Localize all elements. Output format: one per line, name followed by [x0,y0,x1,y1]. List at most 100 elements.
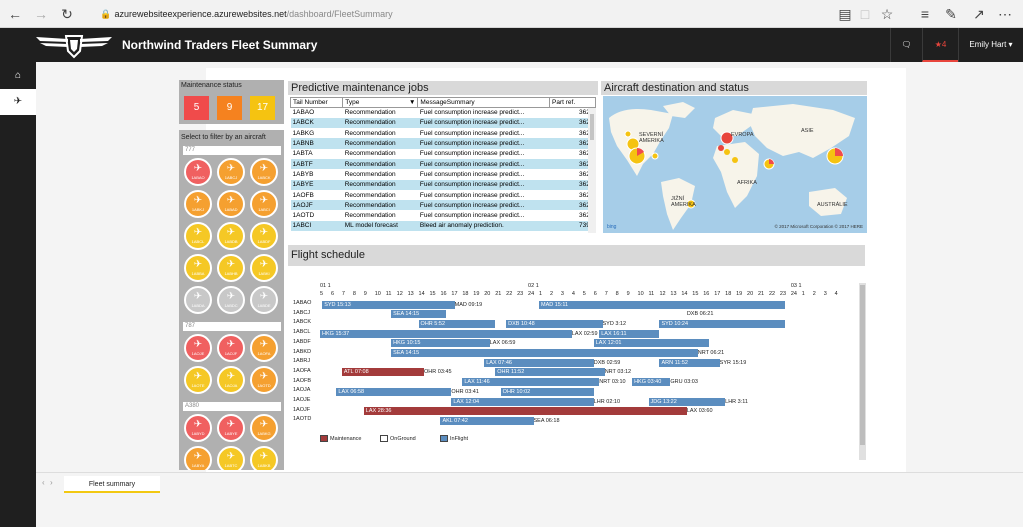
forward-icon[interactable]: → [32,5,50,23]
flight-bar[interactable]: SYD 15:13 [322,300,455,309]
jobs-table-row[interactable]: 1ABKG Recommendation Fuel consumption incr… [291,128,596,138]
flight-bar[interactable]: AKL 07:42 [440,416,534,425]
ground-segment[interactable]: MAD 09:19 [455,301,539,309]
more-icon[interactable]: ⋯ [996,5,1014,23]
ground-segment[interactable]: DXB 06:21 [687,310,786,318]
aircraft-filter-button[interactable]: ✈ 1ABCJ [217,158,245,186]
ground-segment[interactable]: LAX 06:59 [490,339,594,347]
aircraft-filter-button[interactable]: ✈ 1ABDA [184,286,212,314]
pen-icon[interactable]: ✎ [942,5,960,23]
maintenance-count-critical[interactable]: 5 [184,96,209,120]
jobs-table-row[interactable]: 1ABNB Recommendation Fuel consumption incr… [290,138,596,149]
flight-bar[interactable]: HKG 10:15 [391,339,490,348]
reading-view-icon[interactable]: ▤ [836,5,854,23]
flight-bar[interactable]: LAX 12:01 [593,339,709,348]
aircraft-filter-button[interactable]: ✈ 1ABYD [184,414,212,442]
aircraft-filter-button[interactable]: ✈ 1ABBA [184,254,212,282]
aircraft-filter-button[interactable]: ✈ 1ABDC [217,286,245,314]
chat-button[interactable]: 🗨 [890,28,922,62]
tab-next-icon[interactable]: › [50,478,53,487]
home-nav-button[interactable]: ⌂ [0,63,36,89]
jobs-table-row[interactable]: 1ABYB Recommendation Fuel consumption incr… [291,169,596,179]
flight-bar[interactable]: LAX 06:58 [336,387,452,396]
alerts-button[interactable]: ★4 [922,28,958,62]
ground-segment[interactable]: LAX 03:60 [687,407,736,415]
flight-bar[interactable]: HKG 15:37 [320,329,572,338]
schedule-scrollbar-thumb[interactable] [860,285,865,445]
tab-prev-icon[interactable]: ‹ [42,478,45,487]
aircraft-filter-button[interactable]: ✈ 1ABHB [217,254,245,282]
aircraft-filter-button[interactable]: ✈ 1ABYA [184,446,212,470]
jobs-table-row[interactable]: 1ABCI ML model forecast Bleed air anomaly … [290,220,596,232]
user-menu[interactable]: Emily Hart ▾ [958,28,1023,62]
jobs-table-row[interactable]: 1ABYE Recommendation Fuel consumption incr… [290,179,596,190]
tab-fleet-summary[interactable]: Fleet summary [64,476,160,493]
flight-bar[interactable]: SEA 14:15 [391,310,446,319]
aircraft-filter-button[interactable]: ✈ 1AOTE [184,366,212,394]
flight-bar[interactable]: OHR 11:52 [495,368,605,377]
flight-bar[interactable]: SEA 14:15 [391,349,698,357]
ground-segment[interactable]: NRT 06:21 [698,349,786,357]
flight-bar[interactable]: HKG 03:40 [632,378,671,387]
flight-bar[interactable]: ARN 11:52 [659,358,720,367]
flight-bar[interactable]: OHR 5:52 [418,319,496,328]
aircraft-filter-button[interactable]: ✈ 1ABCK [250,158,278,186]
ground-segment[interactable]: DXB 02:59 [594,359,660,367]
schedule-scrollbar[interactable] [859,283,866,460]
aircraft-filter-button[interactable]: ✈ 1ABYE [217,414,245,442]
address-bar[interactable]: 🔒 azurewebsiteexperience.azurewebsites.n… [100,4,820,24]
ground-segment[interactable]: OHR 03:45 [424,368,495,376]
ground-segment[interactable]: GRU 03:03 [670,378,714,386]
ground-segment[interactable]: LHR 02:10 [594,398,649,406]
aircraft-filter-button[interactable]: ✈ 1ABAO [184,158,212,186]
flight-bar[interactable]: OHR 10:02 [500,387,594,396]
aircraft-map[interactable]: SEVERNÍ AMERIKA EVROPA ASIE AFRIKA JIŽNÍ… [603,96,867,233]
ground-segment[interactable]: OHR 03:41 [451,388,500,396]
jobs-scrollbar[interactable] [588,108,596,233]
aircraft-filter-button[interactable]: ✈ 1ABTC [217,446,245,470]
aircraft-filter-button[interactable]: ✈ 1ABDB [217,222,245,250]
fleet-nav-button[interactable]: ✈ [0,89,36,115]
ground-segment[interactable]: SEA 06:18 [534,417,605,425]
share-icon[interactable]: ↗ [970,5,988,23]
aircraft-filter-button[interactable]: ✈ 1ABCL [184,222,212,250]
book-icon[interactable]: □ [856,5,874,23]
aircraft-filter-button[interactable]: ✈ 1ABDF [250,222,278,250]
aircraft-filter-button[interactable]: ✈ 1ABKG [250,414,278,442]
maintenance-count-warning[interactable]: 9 [217,96,242,120]
aircraft-filter-button[interactable]: ✈ 1ABKJ [184,190,212,218]
aircraft-filter-button[interactable]: ✈ 1ABAD [217,190,245,218]
maintenance-bar[interactable]: LAX 28:36 [363,407,687,416]
aircraft-filter-button[interactable]: ✈ 1ABKI [250,254,278,282]
column-header-tail[interactable]: Tail Number [289,97,344,108]
column-header-type[interactable]: Type ▼ [342,97,419,108]
jobs-table-row[interactable]: 1ABCK Recommendation Fuel consumption incr… [290,117,596,129]
ground-segment[interactable]: NRT 03:12 [605,368,671,376]
flight-bar[interactable]: LAX 16:11 [599,329,660,338]
flight-bar[interactable]: MAD 15:11 [539,300,786,309]
ground-segment[interactable]: SYD 3:12 [603,320,660,328]
aircraft-filter-button[interactable]: ✈ 1ABKB [250,446,278,470]
aircraft-filter-button[interactable]: ✈ 1AOJE [184,334,212,362]
hub-icon[interactable]: ≡ [916,5,934,23]
ground-segment[interactable]: NRT 03:10 [599,378,632,386]
jobs-table-row[interactable]: 1AOTD Recommendation Fuel consumption incr… [291,210,596,220]
back-icon[interactable]: ← [6,5,24,23]
refresh-icon[interactable]: ↻ [58,5,76,23]
aircraft-filter-button[interactable]: ✈ 1AOJF [217,334,245,362]
aircraft-filter-button[interactable]: ✈ 1AOJA [217,366,245,394]
ground-segment[interactable]: LHR 3:11 [725,398,785,406]
aircraft-filter-button[interactable]: ✈ 1AOFA [250,334,278,362]
flight-bar[interactable]: LAX 07:46 [484,358,594,367]
jobs-table-row[interactable]: 1ABTA Recommendation Fuel consumption incr… [291,149,596,159]
jobs-scrollbar-thumb[interactable] [590,114,594,140]
aircraft-filter-button[interactable]: ✈ 1ABCI [250,190,278,218]
ground-segment[interactable]: SYR 15:19 [720,359,786,367]
maintenance-bar[interactable]: ATL 07:08 [341,368,425,377]
flight-bar[interactable]: SYD 10:24 [659,319,786,328]
ground-segment[interactable]: LAX 02:59 [572,330,599,338]
column-header-part[interactable]: Part ref. [549,97,596,108]
jobs-table-row[interactable]: 1AOFB Recommendation Fuel consumption incr… [291,190,596,200]
column-header-message[interactable]: MessageSummary [417,97,551,108]
flight-bar[interactable]: LAX 12:04 [451,397,594,406]
